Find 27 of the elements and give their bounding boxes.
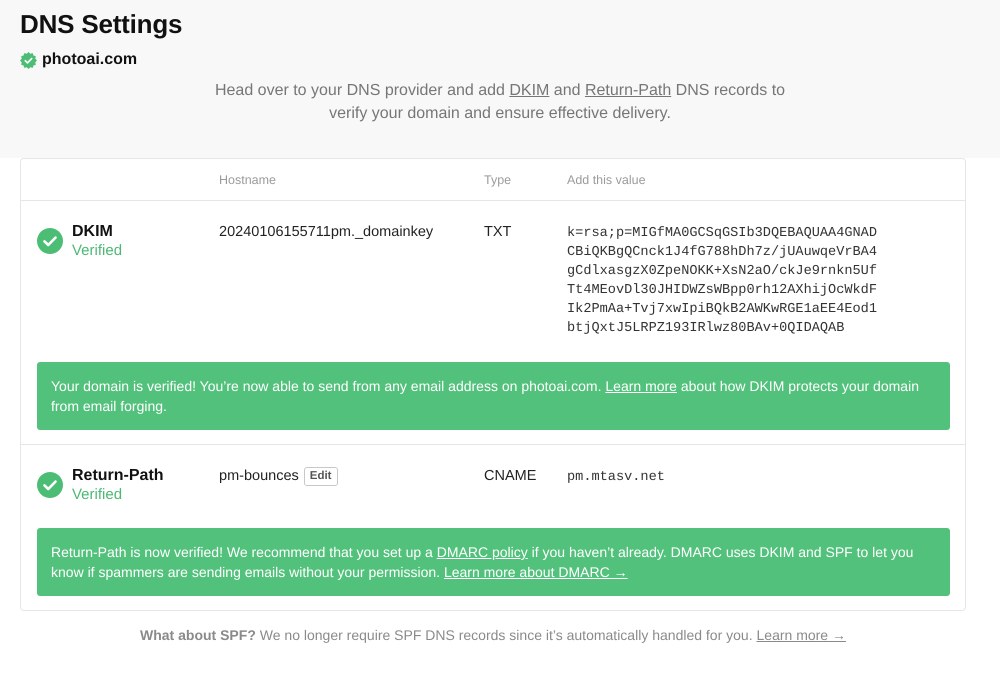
verified-badge-icon: [20, 52, 37, 68]
record-name: Return-Path: [72, 466, 164, 486]
hostname-text: pm-bounces: [219, 467, 299, 486]
column-header: Hostname: [219, 172, 276, 188]
record-value: k=rsa;p=MIGfMA0GCSqGSIb3DQEBAQUAA4GNADCBiQKBgQCnck1J4fG788hDh7z/jUAuwqeVrBA4gCdlxasgzX0ZpeNOKK+XsN2aO/ckJe9rnkn5UfTt4MEovDl30JHIDWZsWBpp0rh12AXhijOcWkdFIk2PmAa+Tvj7xwIpiBQkB2AWKwRGE1aEE4Eod1btjQxtJ5LRPZ193IRlwz80BAv+0QIDAQAB: [567, 225, 877, 338]
record-type: TXT: [484, 224, 512, 240]
record-status: Verified: [72, 486, 122, 504]
verified-notice: Your domain is verified! You’re now able to send from any email address on photoai.com. Learn more about how DKIM protects your domain from email forging.: [37, 362, 950, 430]
column-header: Type: [484, 172, 512, 188]
record-status: Verified: [72, 242, 122, 260]
record-value: pm.mtasv.net: [567, 469, 665, 487]
column-header: Add this value: [567, 172, 646, 188]
page-title: DNS Settings: [20, 8, 182, 40]
learn-more-link[interactable]: Learn more →: [756, 627, 846, 643]
notice-link[interactable]: Learn more: [605, 378, 677, 394]
intro-link[interactable]: Return-Path: [584, 82, 672, 99]
record-type: CNAME: [484, 468, 536, 484]
edit-button[interactable]: Edit: [304, 466, 338, 486]
domain-name: photoai.com: [42, 50, 138, 70]
intro-text: Head over to your DNS provider and add DKIM and Return-Path DNS records to verify your domain and ensure effective delivery.: [214, 81, 786, 124]
spf-note: What about SPF? We no longer require SPF DNS records since it’s automatically handled for you. Learn more →: [139, 626, 847, 645]
notice-link[interactable]: Learn more about DMARC →: [444, 564, 628, 580]
intro-link[interactable]: DKIM: [509, 82, 550, 99]
record-name: DKIM: [72, 222, 113, 242]
notice-link[interactable]: DMARC policy: [436, 544, 528, 560]
hostname-text: 20240106155711pm._domainkey: [219, 223, 434, 242]
verified-notice: Return-Path is now verified! We recommend that you set up a DMARC policy if you haven’t already. DMARC uses DKIM and SPF to let you know if spammers are sending emails without your permission. Learn more about DMARC →: [37, 528, 950, 596]
